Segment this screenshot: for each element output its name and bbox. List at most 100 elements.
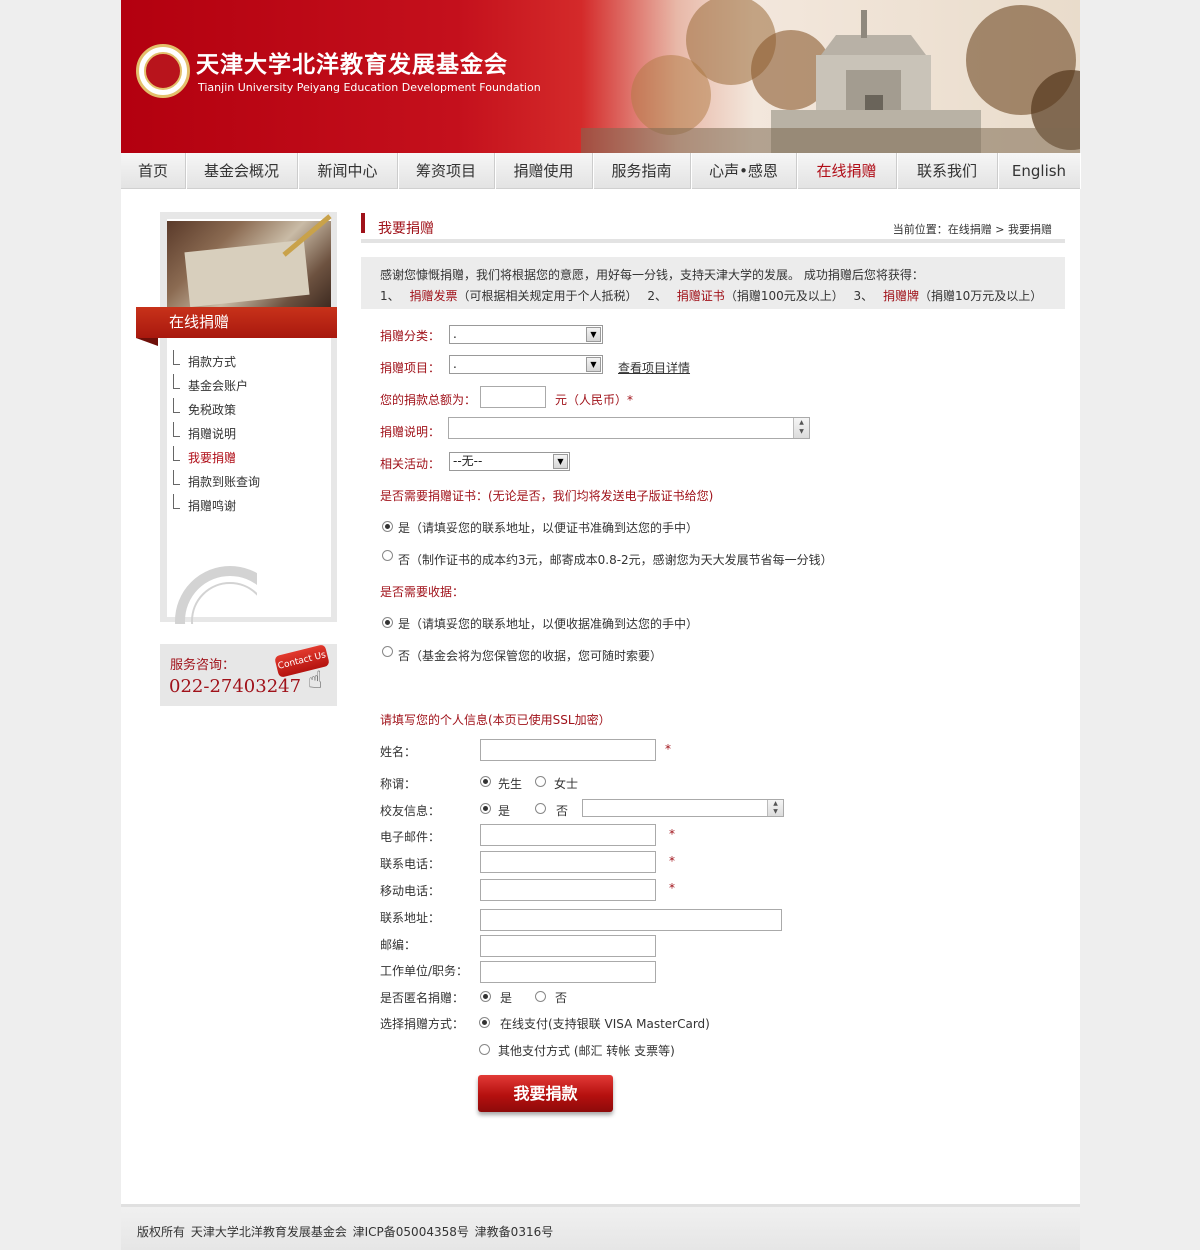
anonymous-label: 是否匿名捐赠：	[380, 991, 465, 1005]
required-mark: *	[669, 827, 675, 841]
email-input[interactable]	[480, 824, 656, 846]
sidebar-item-acknowledgement[interactable]: 捐赠鸣谢	[172, 493, 260, 517]
alumni-yes-label: 是	[498, 804, 511, 818]
scroll-arrows-icon[interactable]: ▲ ▼	[793, 418, 809, 438]
title-male-radio[interactable]	[480, 776, 491, 787]
benefit-invoice: 捐赠发票	[409, 289, 458, 303]
amount-label: 您的捐款总额为：	[380, 393, 477, 407]
pay-other-radio[interactable]	[479, 1044, 490, 1055]
nav-voices[interactable]: 心声•感恩	[691, 153, 797, 189]
name-input[interactable]	[480, 739, 656, 761]
anonymous-yes-radio[interactable]	[480, 991, 491, 1002]
page: 天津大学北洋教育发展基金会 Tianjin University Peiyang…	[121, 0, 1080, 1250]
required-mark: *	[665, 742, 671, 756]
sidebar-item-donate[interactable]: 我要捐赠	[172, 445, 260, 469]
amount-unit: 元（人民币）*	[555, 393, 634, 407]
benefit-plaque-note: （捐赠10万元及以上）	[919, 289, 1043, 303]
phone-label: 联系电话：	[380, 857, 441, 871]
mobile-input[interactable]	[480, 879, 656, 901]
site-title-en: Tianjin University Peiyang Education Dev…	[198, 81, 541, 94]
mobile-label: 移动电话：	[380, 884, 441, 898]
alumni-no-radio[interactable]	[535, 803, 546, 814]
note-textarea[interactable]: ▲ ▼	[448, 417, 810, 439]
work-label: 工作单位/职务：	[380, 964, 469, 978]
certificate-yes-radio[interactable]	[382, 521, 393, 532]
breadcrumb: 当前位置：在线捐赠 > 我要捐赠	[892, 223, 1052, 236]
category-selected-value: .	[453, 327, 457, 341]
nav-news[interactable]: 新闻中心	[298, 153, 398, 189]
benefit-plaque: 捐赠牌	[883, 289, 920, 303]
donate-submit-button[interactable]: 我要捐款	[478, 1075, 613, 1112]
university-seal-logo[interactable]	[136, 44, 190, 98]
nav-service-guide[interactable]: 服务指南	[593, 153, 691, 189]
category-select[interactable]: . ▼	[449, 325, 603, 344]
sidebar-item-arrival-query[interactable]: 捐款到账查询	[172, 469, 260, 493]
name-label: 姓名：	[380, 745, 417, 759]
pay-other-label: 其他支付方式 (邮汇 转帐 支票等)	[498, 1044, 675, 1058]
alumni-label: 校友信息：	[380, 804, 441, 818]
phone-input[interactable]	[480, 851, 656, 873]
personal-info-heading: 请填写您的个人信息(本页已使用SSL加密）	[380, 713, 611, 727]
certificate-no-radio[interactable]	[382, 550, 393, 561]
nav-donation-use[interactable]: 捐赠使用	[495, 153, 593, 189]
nav-about[interactable]: 基金会概况	[186, 153, 298, 189]
intro-benefits: 1、 捐赠发票（可根据相关规定用于个人抵税） 2、 捐赠证书（捐赠100元及以上…	[380, 286, 1065, 307]
project-label: 捐赠项目：	[380, 361, 441, 375]
section-header: 我要捐赠 当前位置：在线捐赠 > 我要捐赠	[361, 212, 1065, 243]
activity-select[interactable]: --无-- ▼	[449, 452, 570, 471]
sidebar-menu: 捐款方式 基金会账户 免税政策 捐赠说明 我要捐赠 捐款到账查询 捐赠鸣谢	[172, 349, 260, 517]
required-mark: *	[669, 854, 675, 868]
benefit-number: 2、	[647, 289, 667, 303]
nav-projects[interactable]: 筹资项目	[398, 153, 495, 189]
activity-selected-value: --无--	[453, 454, 483, 468]
nav-english[interactable]: English	[998, 153, 1080, 189]
benefit-invoice-note: （可根据相关规定用于个人抵税）	[457, 289, 638, 303]
anonymous-no-radio[interactable]	[535, 991, 546, 1002]
amount-input[interactable]	[480, 386, 546, 408]
certificate-no-label: 否（制作证书的成本约3元，邮寄成本0.8-2元，感谢您为天大发展节省每一分钱）	[398, 553, 833, 567]
receipt-no-radio[interactable]	[382, 646, 393, 657]
project-select[interactable]: . ▼	[449, 355, 603, 374]
alumni-info-input[interactable]: ▲ ▼	[582, 799, 784, 817]
anonymous-no-label: 否	[555, 991, 568, 1005]
benefit-number: 1、	[380, 289, 400, 303]
footer-copyright: 版权所有 天津大学北洋教育发展基金会 津ICP备05004358号 津教备031…	[137, 1225, 554, 1239]
pay-online-radio[interactable]	[479, 1017, 490, 1028]
header-banner: 天津大学北洋教育发展基金会 Tianjin University Peiyang…	[121, 0, 1080, 153]
campus-building-photo	[581, 0, 1080, 153]
nav-contact[interactable]: 联系我们	[897, 153, 998, 189]
work-input[interactable]	[480, 961, 656, 983]
receipt-question: 是否需要收据：	[380, 585, 465, 599]
footer: 版权所有 天津大学北洋教育发展基金会 津ICP备05004358号 津教备031…	[121, 1204, 1080, 1250]
nav-online-donation[interactable]: 在线捐赠	[797, 153, 897, 189]
project-detail-link[interactable]: 查看项目详情	[618, 359, 690, 376]
email-label: 电子邮件：	[380, 830, 441, 844]
main-nav: 首页 基金会概况 新闻中心 筹资项目 捐赠使用 服务指南 心声•感恩 在线捐赠 …	[121, 153, 1080, 189]
alumni-yes-radio[interactable]	[480, 803, 491, 814]
sidebar-item-foundation-account[interactable]: 基金会账户	[172, 373, 260, 397]
service-contact-box: 服务咨询： 022-27403247 Contact Us ☝	[160, 644, 337, 706]
intro-box: 感谢您慷慨捐赠，我们将根据您的意愿，用好每一分钱，支持天津大学的发展。 成功捐赠…	[361, 257, 1065, 309]
sidebar-item-tax-exemption[interactable]: 免税政策	[172, 397, 260, 421]
zip-input[interactable]	[480, 935, 656, 957]
sidebar-item-donation-notes[interactable]: 捐赠说明	[172, 421, 260, 445]
address-input[interactable]	[480, 909, 782, 931]
benefit-certificate-note: （捐赠100元及以上）	[724, 289, 844, 303]
chevron-down-icon: ▼	[586, 357, 601, 372]
sidebar-item-payment-methods[interactable]: 捐款方式	[172, 349, 260, 373]
title-female-radio[interactable]	[535, 776, 546, 787]
receipt-yes-label: 是（请填妥您的联系地址，以便收据准确到达您的手中）	[398, 617, 699, 631]
chevron-down-icon: ▼	[553, 454, 568, 469]
zip-label: 邮编：	[380, 938, 417, 952]
scroll-arrows-icon[interactable]: ▲ ▼	[767, 800, 783, 816]
address-label: 联系地址：	[380, 911, 441, 925]
site-title-cn: 天津大学北洋教育发展基金会	[196, 52, 508, 78]
pay-online-label: 在线支付(支持银联 VISA MasterCard)	[500, 1017, 710, 1031]
sidebar-title: 在线捐赠	[136, 307, 337, 346]
note-label: 捐赠说明：	[380, 425, 441, 439]
chevron-down-icon: ▼	[586, 327, 601, 342]
nav-home[interactable]: 首页	[121, 153, 186, 189]
service-label: 服务咨询：	[170, 658, 236, 673]
receipt-yes-radio[interactable]	[382, 617, 393, 628]
certificate-question: 是否需要捐赠证书：(无论是否，我们均将发送电子版证书给您)	[380, 489, 714, 503]
